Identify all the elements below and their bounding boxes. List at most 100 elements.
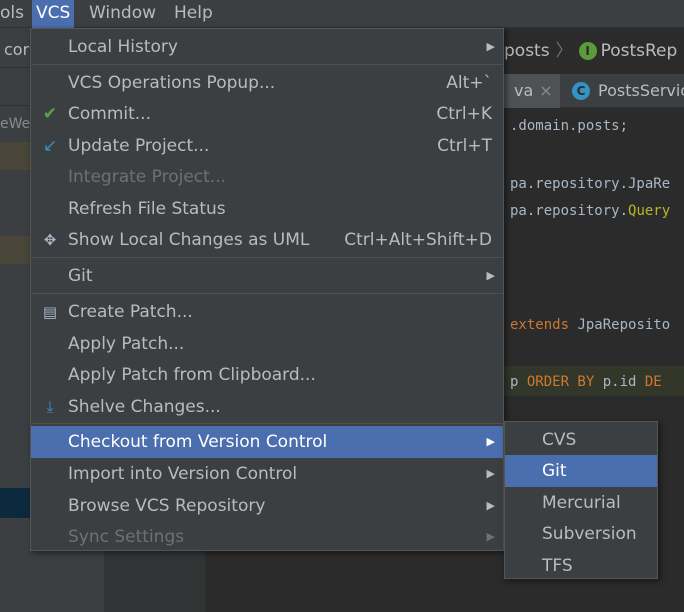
uml-diagram-icon: ✥: [43, 231, 57, 249]
menu-item-label: Git: [68, 266, 93, 286]
menubar-vcs[interactable]: VCS: [32, 0, 75, 28]
submenu-item-mercurial[interactable]: Mercurial: [505, 487, 657, 519]
menu-item-label: CVS: [542, 430, 577, 450]
menu-item-label: Import into Version Control: [68, 464, 298, 484]
submenu-arrow-icon: ▶: [486, 40, 495, 53]
menu-item-label: Integrate Project...: [68, 167, 227, 187]
code-keyword: DE: [644, 374, 662, 390]
menu-item-label: Local History: [68, 37, 178, 57]
menu-item-checkout-from-vcs[interactable]: Checkout from Version Control ▶: [31, 426, 503, 458]
submenu-item-tfs[interactable]: TFS: [505, 550, 657, 582]
menu-item-git[interactable]: Git ▶: [31, 260, 503, 292]
menu-item-shortcut: Ctrl+Alt+Shift+D: [344, 230, 492, 250]
main-menubar: ols VCS Window Help: [0, 0, 684, 28]
menu-item-browse-vcs-repository[interactable]: Browse VCS Repository ▶: [31, 490, 503, 522]
code-line: .domain.posts;: [510, 118, 628, 134]
menu-item-label: Browse VCS Repository: [68, 496, 266, 516]
menu-item-label: Subversion: [542, 524, 637, 544]
breadcrumb: posts 〉 I PostsRep: [504, 36, 677, 64]
class-icon: C: [572, 82, 590, 100]
menu-item-label: Sync Settings: [68, 527, 185, 547]
menu-item-commit[interactable]: ✔ Commit... Ctrl+K: [31, 98, 503, 130]
menu-item-label: Checkout from Version Control: [68, 432, 328, 452]
submenu-arrow-icon: ▶: [486, 530, 495, 543]
menu-item-refresh-file-status[interactable]: Refresh File Status: [31, 193, 503, 225]
tab-label: PostsServic: [598, 81, 684, 100]
submenu-arrow-icon: ▶: [486, 435, 495, 448]
menu-item-label: Apply Patch...: [68, 334, 185, 354]
update-arrow-icon: ↙: [42, 136, 58, 156]
close-icon[interactable]: ×: [539, 81, 552, 100]
submenu-item-cvs[interactable]: CVS: [505, 424, 657, 456]
menu-item-vcs-operations-popup[interactable]: VCS Operations Popup... Alt+`: [31, 67, 503, 99]
code-keyword: ORDER BY: [526, 374, 595, 390]
tab-label: va: [514, 81, 534, 100]
interface-icon: I: [578, 42, 597, 60]
breadcrumb-item[interactable]: posts: [504, 41, 550, 61]
tree-item-fragment[interactable]: eWe: [0, 116, 30, 132]
menubar-window[interactable]: Window: [85, 0, 160, 28]
menu-item-label: Shelve Changes...: [68, 397, 221, 417]
vcs-menu: Local History ▶ VCS Operations Popup... …: [30, 28, 504, 551]
menu-item-update-project[interactable]: ↙ Update Project... Ctrl+T: [31, 130, 503, 162]
submenu-item-git[interactable]: Git: [505, 455, 657, 487]
menu-item-create-patch[interactable]: ▤ Create Patch...: [31, 296, 503, 328]
project-panel-title: cor: [4, 40, 30, 59]
code-line: pa.repository.JpaRe: [510, 176, 670, 192]
menu-item-shortcut: Ctrl+T: [437, 136, 492, 156]
checkout-submenu: CVS Git Mercurial Subversion TFS: [504, 421, 658, 579]
menu-item-local-history[interactable]: Local History ▶: [31, 31, 503, 63]
menu-item-label: Update Project...: [68, 136, 210, 156]
menu-item-shortcut: Ctrl+K: [436, 104, 492, 124]
code-line: pa.repository.Query: [510, 203, 670, 219]
submenu-arrow-icon: ▶: [486, 467, 495, 480]
check-icon: ✔: [42, 104, 58, 124]
menu-item-sync-settings: Sync Settings ▶: [31, 521, 503, 553]
tree-highlight: [0, 236, 30, 264]
menu-item-label: Git: [542, 461, 567, 481]
menu-item-label: VCS Operations Popup...: [68, 73, 276, 93]
code-type: Query: [628, 203, 671, 219]
menu-separator: [32, 423, 504, 424]
submenu-arrow-icon: ▶: [486, 269, 495, 282]
code-line: extends JpaReposito: [510, 317, 670, 333]
menubar-tools[interactable]: ols: [0, 0, 28, 28]
menu-separator: [32, 64, 504, 65]
patch-icon: ▤: [42, 303, 58, 321]
menu-item-label: TFS: [542, 556, 573, 576]
code-text: pa.repository.JpaRe: [510, 176, 671, 192]
menu-item-label: Create Patch...: [68, 302, 193, 322]
submenu-item-subversion[interactable]: Subversion: [505, 518, 657, 550]
menu-separator: [32, 257, 504, 258]
menu-item-show-local-changes-uml[interactable]: ✥ Show Local Changes as UML Ctrl+Alt+Shi…: [31, 224, 503, 256]
chevron-right-icon: 〉: [555, 41, 573, 61]
menu-item-label: Apply Patch from Clipboard...: [68, 365, 316, 385]
menubar-help[interactable]: Help: [170, 0, 217, 28]
shelve-icon: ⤓: [46, 397, 54, 416]
menu-item-apply-patch-clipboard[interactable]: Apply Patch from Clipboard...: [31, 359, 503, 391]
code-text: .domain.posts;: [510, 118, 629, 134]
breadcrumb-item[interactable]: PostsRep: [601, 41, 678, 61]
code-line: p ORDER BY p.id DE: [510, 374, 662, 390]
editor-tab[interactable]: va ×: [504, 74, 560, 108]
submenu-arrow-icon: ▶: [486, 499, 495, 512]
code-text: p.id: [594, 374, 645, 390]
menu-item-import-into-vcs[interactable]: Import into Version Control ▶: [31, 458, 503, 490]
menu-item-label: Commit...: [68, 104, 151, 124]
tree-selected-row[interactable]: [0, 488, 30, 518]
code-text: p: [510, 374, 527, 390]
menu-item-label: Refresh File Status: [68, 199, 226, 219]
menu-item-label: Show Local Changes as UML: [68, 230, 310, 250]
menu-separator: [32, 293, 504, 294]
menu-item-shelve-changes[interactable]: ⤓ Shelve Changes...: [31, 391, 503, 423]
editor-tabs: va × C PostsServic: [504, 74, 684, 108]
menu-item-label: Mercurial: [542, 493, 621, 513]
menu-item-apply-patch[interactable]: Apply Patch...: [31, 328, 503, 360]
tree-highlight: [0, 142, 30, 170]
code-text: JpaReposito: [569, 317, 671, 333]
menu-item-shortcut: Alt+`: [446, 73, 492, 93]
editor-tab[interactable]: C PostsServic: [566, 74, 684, 108]
menu-item-integrate-project: Integrate Project...: [31, 161, 503, 193]
code-text: pa.repository.: [510, 203, 629, 219]
code-keyword: extends: [510, 317, 570, 333]
